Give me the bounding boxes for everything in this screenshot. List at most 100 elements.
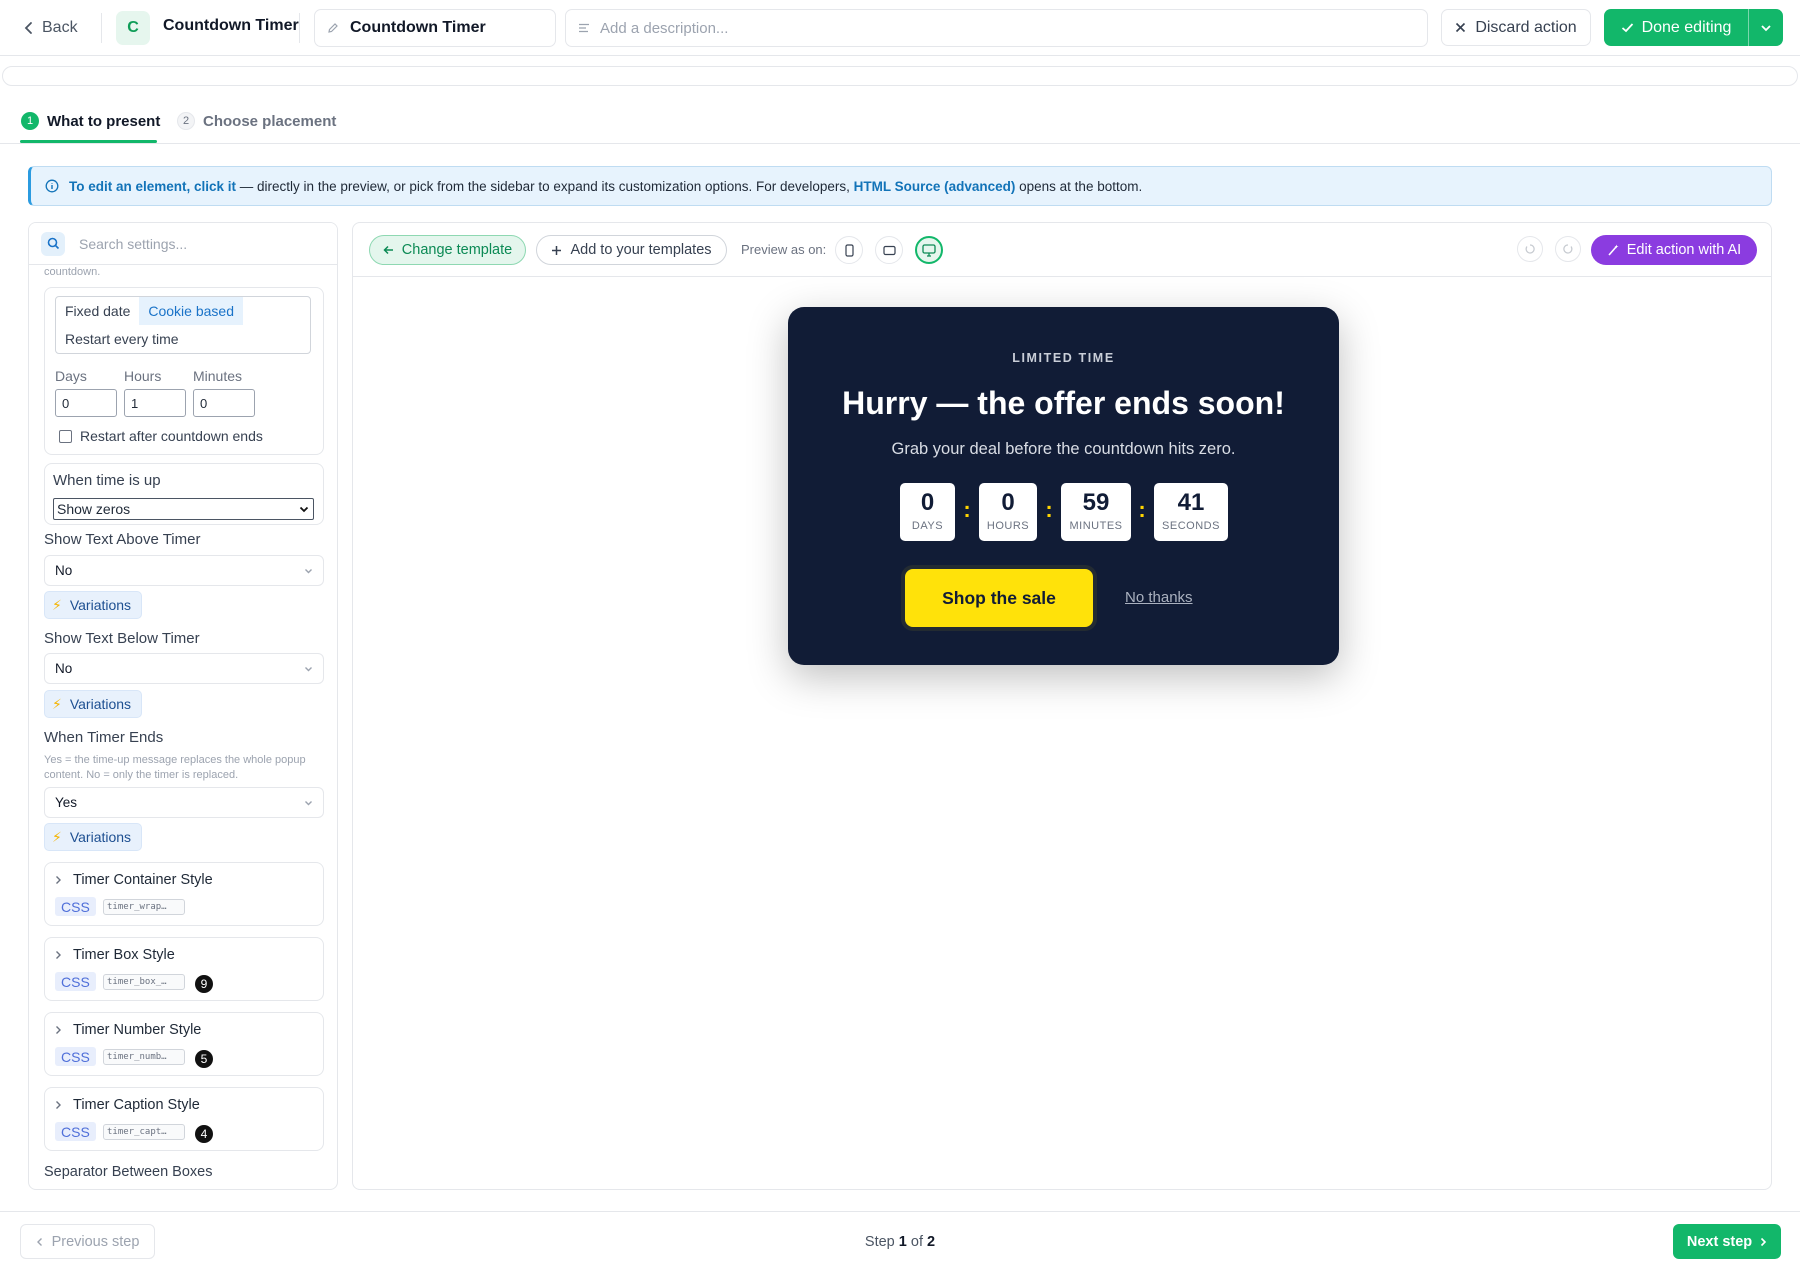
magic-wand-icon (1608, 244, 1619, 256)
step-current: 1 (898, 1234, 907, 1250)
chevron-down-icon (305, 800, 312, 805)
variations-label: Variations (69, 829, 132, 845)
chevron-down-icon (305, 666, 312, 671)
class-name-tag: timer_capt… (103, 1124, 185, 1140)
class-name-tag: timer_numb… (103, 1049, 185, 1065)
info-lead: To edit an element, click it (69, 178, 237, 194)
popup-subtext[interactable]: Grab your deal before the countdown hits… (788, 440, 1339, 459)
device-phone-button[interactable] (835, 236, 863, 264)
separator-label: Separator Between Boxes (44, 1164, 213, 1180)
timer-separator: : (1045, 497, 1053, 522)
style-group-title: Timer Number Style (73, 1022, 202, 1038)
class-name-tag: timer_box_… (103, 974, 185, 990)
name-value: Countdown Timer (350, 19, 486, 36)
days-input[interactable]: 0 (55, 389, 117, 417)
timer-box-minutes[interactable]: 59 MINUTES (1061, 483, 1131, 541)
css-tag: CSS (55, 897, 96, 916)
variations-button[interactable]: ⚡ Variations (44, 591, 143, 619)
hours-label: Hours (124, 368, 162, 384)
next-step-button[interactable]: Next step (1673, 1224, 1781, 1259)
edit-with-ai-button[interactable]: Edit action with AI (1591, 235, 1757, 265)
restart-checkbox[interactable] (59, 429, 72, 443)
minutes-input[interactable]: 0 (193, 389, 255, 417)
search-input[interactable]: Search settings... (29, 223, 337, 265)
name-field[interactable]: Countdown Timer (314, 9, 556, 47)
mode-restart-every-time[interactable]: Restart every time (56, 325, 188, 353)
avatar: C (116, 11, 150, 45)
timer-box-seconds[interactable]: 41 SECONDS (1154, 483, 1228, 541)
info-banner: To edit an element, click it — directly … (28, 166, 1772, 206)
hours-input[interactable]: 1 (124, 389, 186, 417)
search-icon (41, 231, 65, 256)
device-desktop-button[interactable] (915, 236, 943, 264)
timer-box-hours[interactable]: 0 HOURS (979, 483, 1037, 541)
divider (299, 13, 300, 43)
timer-number: 41 (1177, 489, 1205, 516)
tab-choose-placement[interactable]: 2 Choose placement (177, 112, 336, 130)
variations-button[interactable]: ⚡ Variations (44, 823, 143, 851)
discard-button[interactable]: Discard action (1441, 9, 1591, 46)
css-tag: CSS (55, 972, 96, 991)
mode-cookie-based[interactable]: Cookie based (139, 297, 243, 325)
style-group-title: Timer Box Style (73, 947, 175, 963)
show-text-below-select[interactable]: No (44, 653, 324, 684)
style-group-title: Timer Container Style (73, 872, 213, 888)
style-group-timer-caption[interactable]: Timer Caption Style CSS timer_capt… 4 (44, 1087, 324, 1151)
show-text-above-value: No (55, 563, 73, 578)
css-tag: CSS (55, 1122, 96, 1141)
css-tag: CSS (55, 1047, 96, 1066)
settings-sidebar: Search settings... countdown. Fixed date… (28, 222, 338, 1190)
countdown-mode-selector: Fixed date Cookie based Restart every ti… (55, 296, 311, 354)
lightning-icon: ⚡ (52, 828, 62, 845)
count-badge: 9 (195, 975, 213, 993)
description-field[interactable]: Add a description... (565, 9, 1428, 47)
variations-button[interactable]: ⚡ Variations (44, 690, 143, 718)
popup-headline[interactable]: Hurry — the offer ends soon! (788, 385, 1339, 422)
chevron-down-icon (1761, 24, 1771, 31)
text-lines-icon (579, 23, 589, 33)
change-template-button[interactable]: Change template (369, 235, 526, 265)
redo-button[interactable] (1555, 236, 1581, 262)
when-timer-ends-help: Yes = the time-up message replaces the w… (44, 754, 306, 781)
redo-icon (1563, 244, 1573, 254)
device-tablet-button[interactable] (875, 236, 903, 264)
countdown-popup[interactable]: LIMITED TIME Hurry — the offer ends soon… (788, 307, 1339, 665)
style-group-timer-number[interactable]: Timer Number Style CSS timer_numb… 5 (44, 1012, 324, 1076)
chevron-right-icon (1761, 1237, 1767, 1246)
step-indicator: Step 1 of 2 (0, 1234, 1800, 1250)
done-editing-dropdown[interactable] (1749, 9, 1783, 46)
add-to-templates-button[interactable]: Add to your templates (536, 235, 727, 265)
days-label: Days (55, 368, 87, 384)
restart-label: Restart after countdown ends (80, 428, 263, 444)
shop-the-sale-button[interactable]: Shop the sale (905, 569, 1093, 627)
popup-eyebrow[interactable]: LIMITED TIME (788, 351, 1339, 365)
time-up-select[interactable]: Show zeros (53, 498, 314, 520)
step-label: What to present (47, 112, 161, 130)
done-editing-main[interactable]: Done editing (1604, 9, 1749, 46)
no-thanks-link[interactable]: No thanks (1125, 589, 1193, 606)
variations-label: Variations (69, 597, 132, 613)
restart-option[interactable]: Restart after countdown ends (59, 428, 263, 444)
tab-what-to-present[interactable]: 1 What to present (21, 112, 160, 130)
mode-fixed-date[interactable]: Fixed date (56, 297, 139, 325)
preview-as-label: Preview as on: (741, 242, 827, 257)
chevron-right-icon (56, 876, 61, 884)
chevron-right-icon (56, 1101, 61, 1109)
show-text-above-select[interactable]: No (44, 555, 324, 586)
timer-caption: DAYS (911, 520, 944, 532)
timer-box-days[interactable]: 0 DAYS (900, 483, 955, 541)
done-editing-button[interactable]: Done editing (1604, 9, 1783, 46)
timer-number: 59 (1082, 489, 1110, 516)
info-text: To edit an element, click it — directly … (69, 179, 1142, 194)
when-timer-ends-select[interactable]: Yes (44, 787, 324, 818)
change-template-label: Change template (401, 242, 513, 258)
style-group-timer-box[interactable]: Timer Box Style CSS timer_box_… 9 (44, 937, 324, 1001)
info-tail: opens at the bottom. (1015, 178, 1143, 194)
undo-button[interactable] (1517, 236, 1543, 262)
style-group-timer-container[interactable]: Timer Container Style CSS timer_wrap… (44, 862, 324, 926)
html-source-link[interactable]: HTML Source (advanced) (854, 179, 1016, 194)
description-placeholder: Add a description... (600, 19, 729, 37)
discard-label: Discard action (1475, 18, 1577, 36)
divider (0, 143, 1800, 144)
back-button[interactable]: Back (24, 16, 78, 40)
